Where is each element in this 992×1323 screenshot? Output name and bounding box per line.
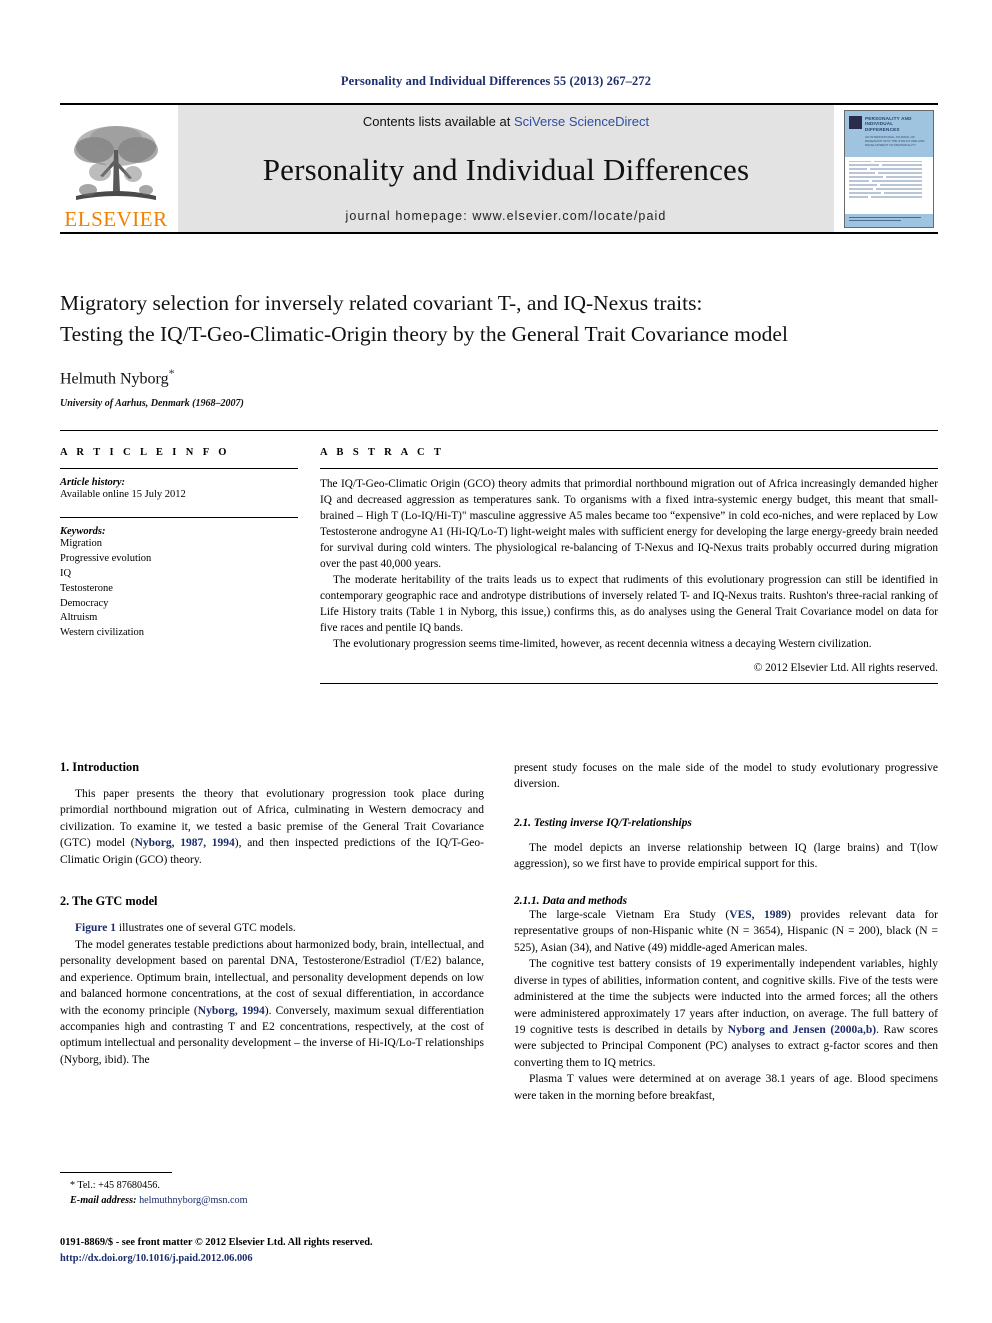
footnote-tel-text: Tel.: +45 87680456. (77, 1180, 160, 1191)
footnote-tel: * Tel.: +45 87680456. (60, 1179, 484, 1194)
divider (60, 468, 298, 469)
paper-page: Personality and Individual Differences 5… (0, 0, 992, 1323)
paper-title-line-2: Testing the IQ/T-Geo-Climatic-Origin the… (60, 321, 788, 346)
sciencedirect-link[interactable]: SciVerse ScienceDirect (514, 114, 649, 129)
divider (320, 682, 938, 684)
page-footer: 0191-8869/$ - see front matter © 2012 El… (60, 1235, 620, 1266)
list-item: Testosterone (60, 582, 113, 594)
author-name: Helmuth Nyborg* (60, 366, 938, 388)
paragraph-model: The model generates testable predictions… (60, 937, 484, 1069)
section-heading-introduction: 1. Introduction (60, 760, 140, 774)
paragraph-ves: The large-scale Vietnam Era Study (VES, … (514, 907, 938, 956)
article-history-value: Available online 15 July 2012 (60, 489, 186, 500)
paragraph-continuation: present study focuses on the male side o… (514, 762, 938, 791)
info-abstract-section: A R T I C L E I N F O Article history: A… (60, 430, 938, 684)
journal-masthead: ELSEVIER Contents lists available at Sci… (60, 103, 938, 234)
issn-copyright-line: 0191-8869/$ - see front matter © 2012 El… (60, 1237, 373, 1248)
cover-publisher-icon (849, 115, 862, 129)
list-item: Western civilization (60, 627, 144, 639)
abstract-copyright: © 2012 Elsevier Ltd. All rights reserved… (753, 661, 938, 674)
body-column-left: 1. Introduction This paper presents the … (60, 760, 484, 1104)
author-footnote: * Tel.: +45 87680456. E-mail address: he… (60, 1172, 484, 1209)
divider (320, 468, 938, 469)
abstract-body: The IQ/T-Geo-Climatic Origin (GCO) theor… (320, 477, 938, 653)
cover-subtitle: AN INTERNATIONAL JOURNAL OF RESEARCH INT… (865, 134, 925, 147)
divider (60, 516, 298, 518)
doi-link[interactable]: http://dx.doi.org/10.1016/j.paid.2012.06… (60, 1251, 620, 1267)
author-footnote-marker[interactable]: * (169, 366, 175, 380)
article-info-column: A R T I C L E I N F O Article history: A… (60, 447, 298, 684)
author-label: Helmuth Nyborg (60, 370, 169, 388)
subsection-heading-data-methods: 2.1.1. Data and methods (514, 894, 627, 907)
list-item: Altruism (60, 612, 98, 624)
subsection-heading-testing: 2.1. Testing inverse IQ/T-relationships (514, 816, 692, 829)
abstract-paragraph: The IQ/T-Geo-Climatic Origin (GCO) theor… (320, 478, 938, 570)
article-info-heading: A R T I C L E I N F O (60, 447, 230, 458)
citation-link-ves-1989[interactable]: VES, 1989 (729, 909, 787, 921)
elsevier-tree-icon (74, 126, 158, 200)
paragraph-battery: The cognitive test battery consists of 1… (514, 956, 938, 1071)
paper-title-line-1: Migratory selection for inversely relate… (60, 291, 703, 315)
divider (60, 1172, 172, 1173)
paragraph-figure-reference: Figure 1 illustrates one of several GTC … (60, 920, 484, 936)
cover-title: PERSONALITY AND INDIVIDUAL DIFFERENCES (865, 115, 912, 132)
list-item: IQ (60, 567, 72, 579)
abstract-column: A B S T R A C T The IQ/T-Geo-Climatic Or… (320, 447, 938, 684)
paragraph-text: illustrates one of several GTC models. (116, 922, 296, 935)
journal-homepage-link[interactable]: journal homepage: www.elsevier.com/locat… (346, 209, 667, 223)
footnote-email: E-mail address: helmuthnyborg@msn.com (60, 1194, 484, 1209)
paragraph-plasma: Plasma T values were determined at on av… (514, 1073, 938, 1102)
footnote-marker: * (70, 1180, 75, 1191)
cover-footer-band (845, 213, 933, 227)
email-link[interactable]: helmuthnyborg@msn.com (139, 1195, 248, 1206)
keywords-list: Migration Progressive evolution IQ Testo… (60, 537, 298, 641)
cover-contents-block (845, 157, 933, 213)
citation-link-nyborg-jensen-2000[interactable]: Nyborg and Jensen (2000a,b) (728, 1024, 876, 1036)
footnote-email-label: E-mail address: (70, 1194, 137, 1206)
journal-title: Personality and Individual Differences (262, 151, 750, 187)
paragraph-model-depicts: The model depicts an inverse relationshi… (514, 841, 938, 871)
abstract-heading: A B S T R A C T (320, 447, 445, 458)
paragraph-text: The large-scale Vietnam Era Study ( (529, 908, 730, 921)
keywords-label: Keywords: (60, 525, 106, 537)
abstract-paragraph: The evolutionary progression seems time-… (333, 637, 872, 650)
figure-link-1[interactable]: Figure 1 (75, 922, 116, 934)
abstract-paragraph: The moderate heritability of the traits … (320, 573, 938, 634)
citation-link-nyborg-1987-1994[interactable]: Nyborg, 1987, 1994 (135, 837, 235, 849)
contents-list-line: Contents lists available at SciVerse Sci… (363, 114, 649, 129)
journal-cover-thumbnail[interactable]: PERSONALITY AND INDIVIDUAL DIFFERENCES A… (840, 105, 938, 232)
section-heading-gtc-model: 2. The GTC model (60, 894, 158, 909)
elsevier-wordmark: ELSEVIER (64, 207, 168, 231)
body-columns: 1. Introduction This paper presents the … (60, 760, 938, 1104)
list-item: Migration (60, 537, 102, 549)
title-block: Migratory selection for inversely relate… (60, 288, 938, 409)
journal-banner: Contents lists available at SciVerse Sci… (178, 105, 834, 232)
citation-link-nyborg-1994[interactable]: Nyborg, 1994 (198, 1005, 265, 1017)
article-history-label: Article history: (60, 477, 126, 488)
list-item: Democracy (60, 597, 109, 609)
body-column-right: present study focuses on the male side o… (514, 760, 938, 1104)
paragraph-introduction: This paper presents the theory that evol… (60, 786, 484, 868)
author-affiliation: University of Aarhus, Denmark (1968–2007… (60, 398, 244, 410)
running-head: Personality and Individual Differences 5… (340, 74, 652, 88)
list-item: Progressive evolution (60, 552, 152, 564)
elsevier-logo: ELSEVIER (60, 105, 172, 232)
contents-prefix: Contents lists available at (362, 114, 514, 129)
page-title: Migratory selection for inversely relate… (60, 288, 938, 349)
